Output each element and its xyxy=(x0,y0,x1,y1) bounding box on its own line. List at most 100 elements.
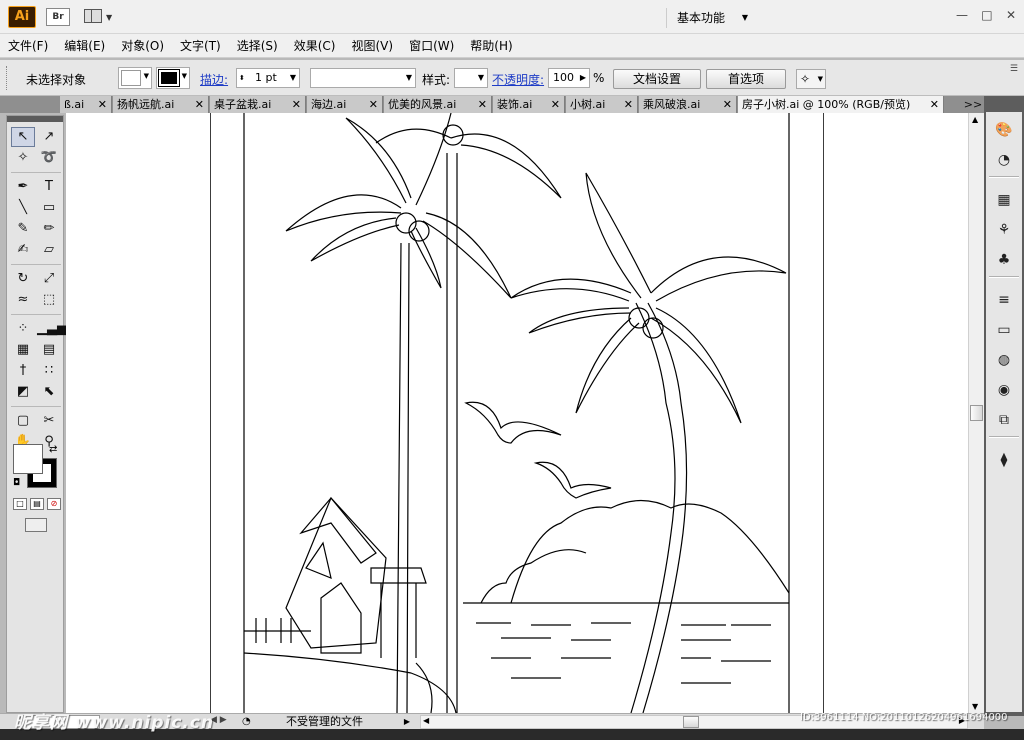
transparency-panel-icon[interactable]: ◍ xyxy=(992,350,1016,370)
go-to-bridge-button[interactable]: Br xyxy=(46,8,70,26)
scroll-down-icon[interactable]: ▼ xyxy=(972,702,978,711)
status-menu[interactable]: ◔ 不受管理的文件 ▶ xyxy=(240,715,414,729)
warp-tool[interactable]: ≈ xyxy=(11,290,35,310)
eraser-tool[interactable]: ▱ xyxy=(37,240,61,260)
stroke-color-picker[interactable]: ▼ xyxy=(156,67,190,89)
scroll-thumb[interactable] xyxy=(970,405,983,421)
selection-tool[interactable]: ↖ xyxy=(11,127,35,147)
tab-document[interactable]: 优美的风景.ai ✕ xyxy=(384,96,492,113)
quick-select-button[interactable]: ✧ ▼ xyxy=(796,69,826,89)
free-transform-tool[interactable]: ⬚ xyxy=(37,290,61,310)
opacity-panel-link[interactable]: 不透明度: xyxy=(492,71,544,88)
artwork-line-drawing[interactable] xyxy=(211,113,825,713)
type-tool[interactable]: T xyxy=(37,177,61,197)
color-panel-icon[interactable]: ◉ xyxy=(992,380,1016,400)
artboard-tool[interactable]: ▢ xyxy=(11,411,35,431)
fill-color-picker[interactable]: ▼ xyxy=(118,67,152,89)
tab-document[interactable]: ß.ai ✕ xyxy=(60,96,112,113)
more-tabs-button[interactable]: >> xyxy=(962,96,984,113)
default-colors-icon[interactable]: ◘ xyxy=(13,478,20,488)
live-paint-bucket-tool[interactable]: ◩ xyxy=(11,382,35,402)
close-tab-icon[interactable]: ✕ xyxy=(369,96,378,113)
tab-document[interactable]: 桌子盆栽.ai ✕ xyxy=(210,96,306,113)
tab-document-active[interactable]: 房子小树.ai @ 100% (RGB/预览) ✕ xyxy=(738,96,944,113)
pen-tool[interactable]: ✒ xyxy=(11,177,35,197)
stroke-panel-link[interactable]: 描边: xyxy=(200,71,228,88)
gradient-tool[interactable]: ▤ xyxy=(37,340,61,360)
line-tool[interactable]: ╲ xyxy=(11,198,35,218)
illustrator-logo-icon[interactable]: Ai xyxy=(8,6,36,28)
magic-wand-tool[interactable]: ✧ xyxy=(11,148,35,168)
close-tab-icon[interactable]: ✕ xyxy=(195,96,204,113)
close-tab-icon[interactable]: ✕ xyxy=(98,96,107,113)
panel-grip[interactable] xyxy=(6,66,9,90)
minimize-button[interactable]: — xyxy=(956,8,968,26)
opacity-field[interactable]: 100 ▶ xyxy=(548,68,590,88)
menu-help[interactable]: 帮助(H) xyxy=(470,37,512,54)
menu-effect[interactable]: 效果(C) xyxy=(294,37,336,54)
layers-panel-icon[interactable]: ⧫ xyxy=(992,450,1016,470)
chevron-right-icon[interactable]: ▶ xyxy=(580,69,586,87)
transform-panel-icon[interactable]: ⧉ xyxy=(992,410,1016,430)
close-tab-icon[interactable]: ✕ xyxy=(478,96,487,113)
color-mode-icon[interactable]: □ xyxy=(13,498,27,510)
symbols-panel-icon[interactable]: ⚘ xyxy=(992,220,1016,240)
tab-document[interactable]: 海边.ai ✕ xyxy=(307,96,383,113)
tab-document[interactable]: 乘风破浪.ai ✕ xyxy=(639,96,737,113)
direct-selection-tool[interactable]: ↗ xyxy=(37,127,61,147)
panel-menu-icon[interactable]: ☰ xyxy=(1010,64,1018,74)
blend-tool[interactable]: ∷ xyxy=(37,361,61,381)
menu-edit[interactable]: 编辑(E) xyxy=(64,37,105,54)
paintbrush-tool[interactable]: ✎ xyxy=(11,219,35,239)
slice-tool[interactable]: ✂ xyxy=(37,411,61,431)
eyedropper-tool[interactable]: † xyxy=(11,361,35,381)
tab-document[interactable]: 小树.ai ✕ xyxy=(566,96,638,113)
preferences-button[interactable]: 首选项 xyxy=(706,69,786,89)
mesh-tool[interactable]: ▦ xyxy=(11,340,35,360)
close-tab-icon[interactable]: ✕ xyxy=(930,96,939,113)
artboard[interactable] xyxy=(210,113,824,713)
menu-view[interactable]: 视图(V) xyxy=(351,37,393,54)
scroll-up-icon[interactable]: ▲ xyxy=(972,115,978,124)
close-tab-icon[interactable]: ✕ xyxy=(723,96,732,113)
menu-file[interactable]: 文件(F) xyxy=(8,37,48,54)
graphic-style-picker[interactable]: ▼ xyxy=(454,68,488,88)
workspace-switcher[interactable]: 基本功能 ▼ xyxy=(666,8,756,28)
menu-object[interactable]: 对象(O) xyxy=(121,37,164,54)
blob-brush-tool[interactable]: ✍ xyxy=(11,240,35,260)
symbol-sprayer-tool[interactable]: ⁘ xyxy=(11,319,35,339)
rotate-tool[interactable]: ↻ xyxy=(11,269,35,289)
stepper-icon[interactable]: ⬍ xyxy=(239,69,245,87)
vertical-scrollbar[interactable]: ▲ ▼ xyxy=(968,113,984,713)
swatches-panel-icon[interactable]: ▦ xyxy=(992,190,1016,210)
close-tab-icon[interactable]: ✕ xyxy=(624,96,633,113)
gradient-panel-icon[interactable]: ▭ xyxy=(992,320,1016,340)
variable-width-profile-select[interactable]: ▼ xyxy=(310,68,416,88)
none-mode-icon[interactable]: ⊘ xyxy=(47,498,61,510)
screen-mode-button[interactable] xyxy=(25,518,47,532)
fill-box[interactable] xyxy=(13,444,43,474)
tab-document[interactable]: 装饰.ai ✕ xyxy=(493,96,565,113)
lasso-tool[interactable]: ➰ xyxy=(37,148,61,168)
pencil-tool[interactable]: ✏ xyxy=(37,219,61,239)
appearance-panel-icon[interactable]: ◔ xyxy=(992,150,1016,170)
gradient-mode-icon[interactable]: ▤ xyxy=(30,498,44,510)
scroll-thumb[interactable] xyxy=(683,716,699,728)
graphic-styles-panel-icon[interactable]: ♣ xyxy=(992,250,1016,270)
close-tab-icon[interactable]: ✕ xyxy=(551,96,560,113)
close-button[interactable]: ✕ xyxy=(1006,8,1016,26)
menu-type[interactable]: 文字(T) xyxy=(180,37,221,54)
arrange-documents-button[interactable]: ▼ xyxy=(84,8,116,26)
brushes-panel-icon[interactable]: 🎨 xyxy=(992,120,1016,140)
tab-document[interactable]: 扬帆远航.ai ✕ xyxy=(113,96,209,113)
document-setup-button[interactable]: 文档设置 xyxy=(613,69,701,89)
stroke-weight-field[interactable]: ⬍ 1 pt ▼ xyxy=(236,68,300,88)
menu-window[interactable]: 窗口(W) xyxy=(409,37,454,54)
swap-fill-stroke-icon[interactable]: ⇄ xyxy=(49,444,57,455)
close-tab-icon[interactable]: ✕ xyxy=(292,96,301,113)
scale-tool[interactable]: ⤢ xyxy=(37,269,61,289)
column-graph-tool[interactable]: ▁▃▅ xyxy=(37,319,67,339)
restore-button[interactable]: □ xyxy=(981,8,992,26)
rectangle-tool[interactable]: ▭ xyxy=(37,198,61,218)
scroll-left-icon[interactable]: ◀ xyxy=(423,716,429,725)
